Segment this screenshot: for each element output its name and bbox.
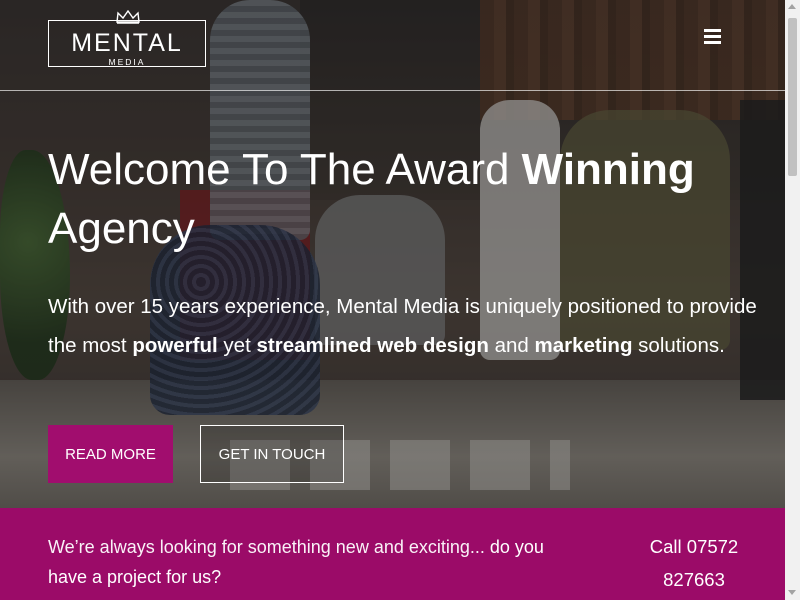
cta-message: We’re always looking for something new a… bbox=[48, 532, 568, 592]
intro-text: and bbox=[488, 334, 535, 357]
site-logo[interactable]: MENTAL MEDIA bbox=[48, 10, 206, 67]
intro-text: yet bbox=[217, 334, 257, 357]
hamburger-menu-icon[interactable] bbox=[704, 29, 721, 45]
scrollbar-thumb[interactable] bbox=[788, 18, 797, 176]
intro-bold-marketing: marketing bbox=[534, 334, 633, 357]
site-header: MENTAL MEDIA bbox=[0, 0, 785, 91]
call-phone-link[interactable]: Call 07572 827663 bbox=[640, 530, 748, 596]
intro-bold-powerful: powerful bbox=[132, 334, 218, 357]
headline-text-end: Agency bbox=[48, 204, 195, 253]
hero-headline: Welcome To The Award Winning Agency bbox=[48, 140, 748, 258]
hero-section: MENTAL MEDIA Welcome To The Award Winnin… bbox=[0, 0, 785, 508]
headline-text: Welcome To The Award bbox=[48, 145, 522, 194]
page: MENTAL MEDIA Welcome To The Award Winnin… bbox=[0, 0, 785, 600]
intro-bold-web-design: streamlined web design bbox=[256, 334, 489, 357]
crown-icon bbox=[116, 10, 140, 24]
logo-brand-text: MENTAL bbox=[71, 29, 183, 57]
headline-bold-text: Winning bbox=[521, 145, 695, 194]
read-more-button[interactable]: READ MORE bbox=[48, 425, 173, 483]
get-in-touch-button[interactable]: GET IN TOUCH bbox=[200, 425, 344, 483]
cta-message-light: We’re always looking for something new a… bbox=[48, 537, 490, 557]
scroll-down-arrow-icon[interactable] bbox=[788, 590, 796, 595]
cta-band: We’re always looking for something new a… bbox=[0, 508, 785, 600]
hero-intro: With over 15 years experience, Mental Me… bbox=[48, 287, 758, 365]
logo-subtext: MEDIA bbox=[108, 57, 146, 67]
page-scrollbar[interactable] bbox=[785, 0, 800, 600]
scroll-up-arrow-icon[interactable] bbox=[788, 4, 796, 9]
intro-text: solutions. bbox=[632, 334, 725, 357]
